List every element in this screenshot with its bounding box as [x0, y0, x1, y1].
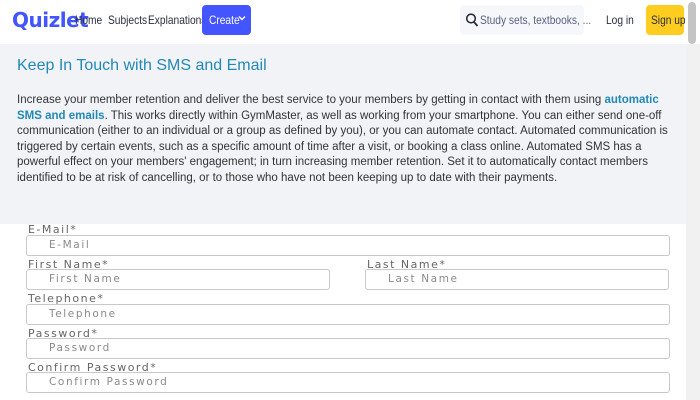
telephone-field[interactable]: Telephone	[26, 304, 670, 325]
last-name-field[interactable]: Last Name	[365, 269, 669, 290]
email-placeholder: E-Mail	[49, 239, 91, 251]
scrollbar-thumb[interactable]	[688, 2, 696, 44]
login-link[interactable]: Log in	[606, 13, 634, 27]
info-panel: Keep In Touch with SMS and Email Increas…	[0, 44, 686, 224]
signup-button-label: Sign up	[651, 13, 686, 27]
create-button-label: Create	[209, 13, 240, 27]
top-nav: Quizlet Home Subjects Explanations Creat…	[0, 0, 700, 44]
telephone-placeholder: Telephone	[49, 308, 117, 320]
signup-button[interactable]: Sign up	[646, 5, 686, 35]
search-box[interactable]: Study sets, textbooks, ...	[460, 5, 591, 35]
search-icon	[465, 13, 479, 27]
nav-subjects-link[interactable]: Subjects	[108, 13, 147, 27]
first-name-placeholder: First Name	[49, 273, 122, 285]
first-name-field[interactable]: First Name	[26, 269, 330, 290]
section-title: Keep In Touch with SMS and Email	[17, 57, 267, 74]
password-field[interactable]: Password	[26, 338, 670, 359]
confirm-password-field[interactable]: Confirm Password	[26, 372, 670, 393]
last-name-placeholder: Last Name	[388, 273, 459, 285]
password-placeholder: Password	[49, 342, 111, 354]
email-field[interactable]: E-Mail	[26, 235, 670, 256]
confirm-password-placeholder: Confirm Password	[49, 376, 169, 388]
chevron-down-icon	[238, 16, 246, 21]
search-input[interactable]: Study sets, textbooks, ...	[480, 13, 591, 27]
signup-form: E-Mail* E-Mail First Name* First Name La…	[0, 223, 686, 400]
nav-explanations-link[interactable]: Explanations	[148, 13, 206, 27]
create-button[interactable]: Create	[202, 5, 251, 35]
description-text-start: Increase your member retention and deliv…	[17, 94, 605, 106]
page-scrollbar[interactable]	[686, 44, 700, 400]
description-text-end: . This works directly within GymMaster, …	[17, 109, 668, 184]
section-description: Increase your member retention and deliv…	[17, 93, 683, 187]
nav-home-link[interactable]: Home	[75, 13, 102, 27]
